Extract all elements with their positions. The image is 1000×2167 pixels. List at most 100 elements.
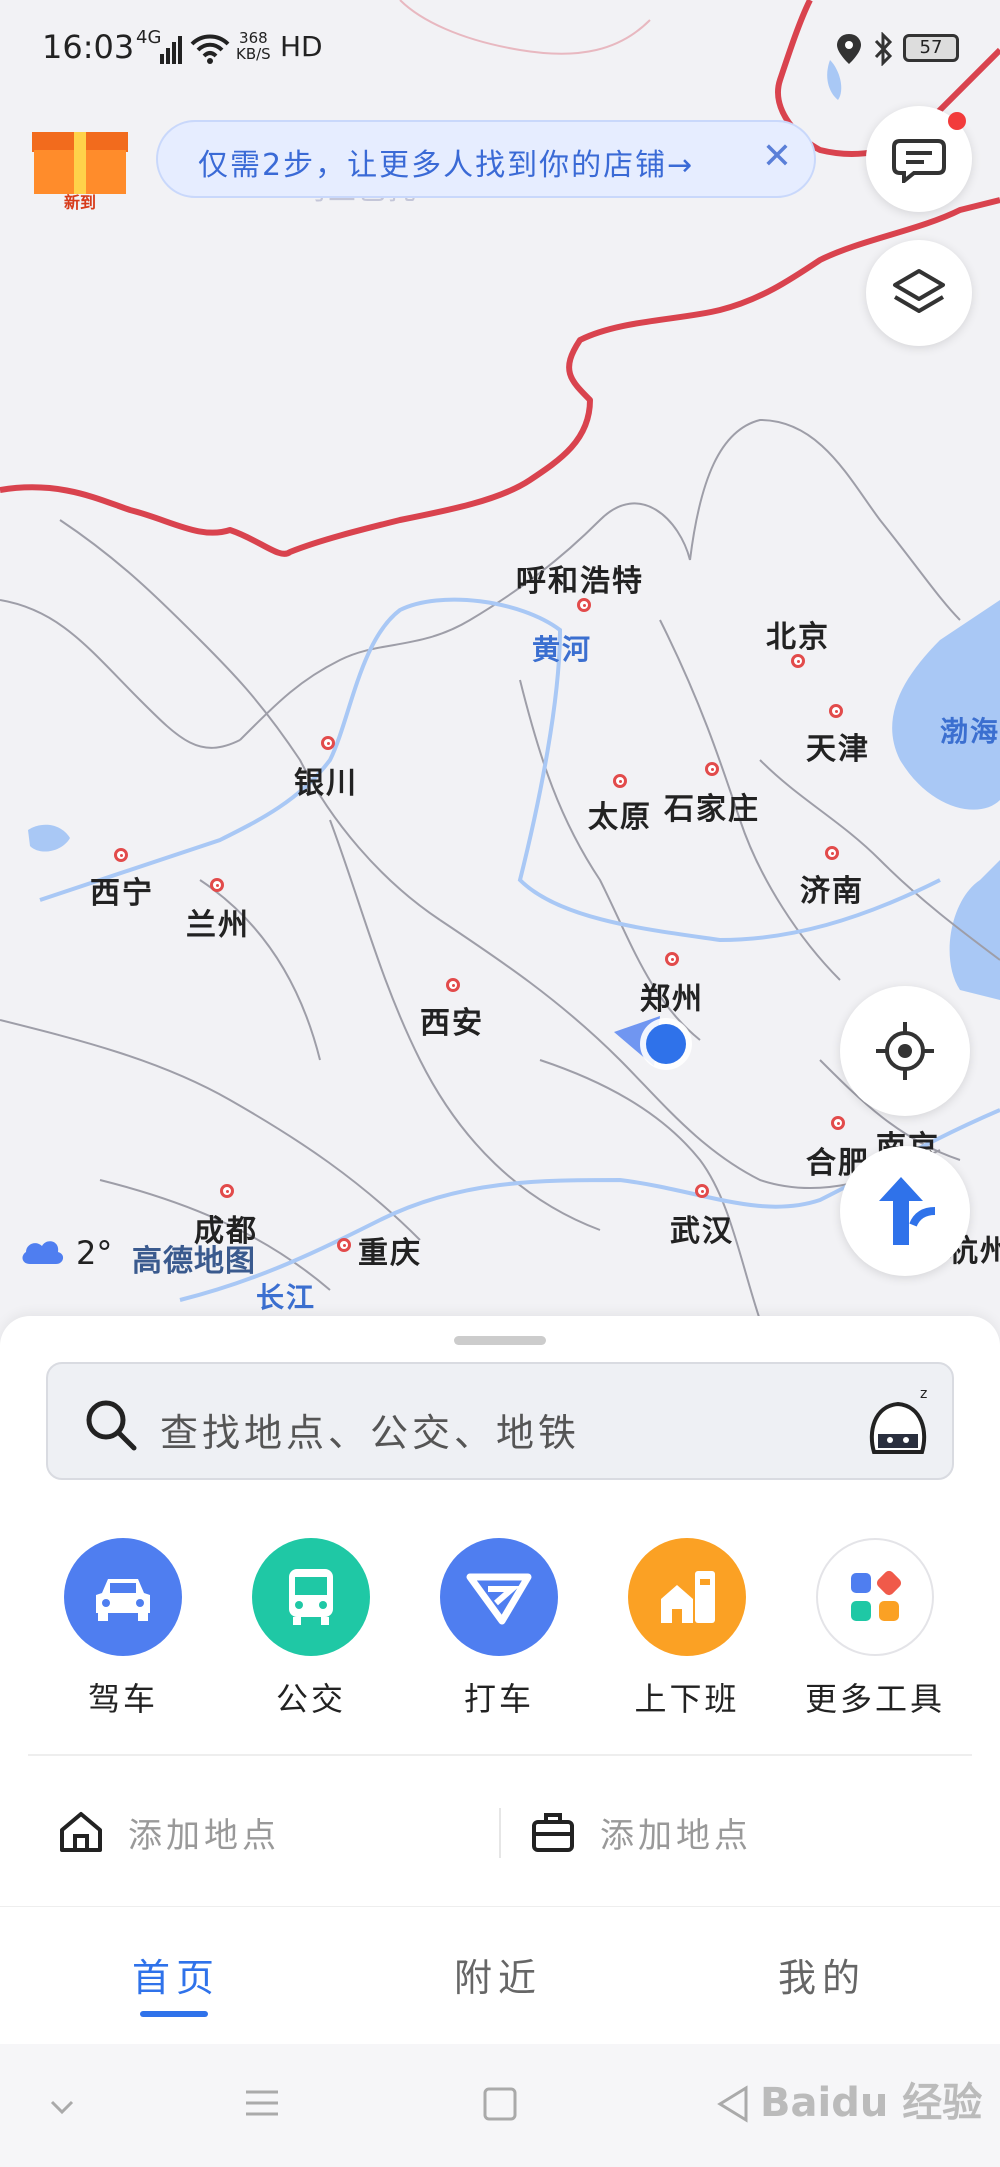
- tool-more[interactable]: 更多工具: [790, 1538, 960, 1720]
- battery-indicator: 57: [903, 34, 959, 62]
- city-label[interactable]: 天津: [806, 724, 870, 768]
- navigate-button[interactable]: [840, 1146, 970, 1276]
- river-label: 黄河: [532, 633, 593, 666]
- city-marker: [446, 978, 460, 992]
- city-label[interactable]: 太原: [588, 792, 652, 836]
- city-marker: [337, 1238, 351, 1252]
- city-marker: [114, 848, 128, 862]
- divider: [28, 1754, 972, 1756]
- layers-icon: [893, 269, 945, 313]
- locate-button[interactable]: [840, 986, 970, 1116]
- city-label[interactable]: 济南: [800, 866, 864, 910]
- taxi-icon: [440, 1538, 558, 1656]
- notification-badge: [948, 112, 966, 130]
- city-label[interactable]: 兰州: [186, 900, 250, 944]
- bus-icon: [252, 1538, 370, 1656]
- home-icon: [60, 1812, 102, 1852]
- tab-nearby[interactable]: 附近: [454, 1947, 542, 2002]
- promo-gift-box[interactable]: 新到: [28, 128, 132, 212]
- tab-home[interactable]: 首页: [132, 1947, 220, 2002]
- network-speed: 368 KB/S: [236, 30, 271, 62]
- back-triangle-icon[interactable]: [716, 2084, 750, 2124]
- route-arrow-icon: [879, 1177, 936, 1245]
- search-placeholder: 查找地点、公交、地铁: [160, 1411, 581, 1455]
- message-icon: [892, 139, 946, 183]
- layers-button[interactable]: [866, 240, 972, 346]
- speed-unit: KB/S: [236, 45, 271, 63]
- signal-icon: [160, 36, 182, 64]
- active-tab-indicator: [140, 2011, 208, 2017]
- city-marker: [577, 598, 591, 612]
- tool-drive[interactable]: 驾车: [38, 1538, 208, 1720]
- brand-logo: 高德地图: [132, 1244, 256, 1279]
- tool-taxi[interactable]: 打车: [414, 1538, 584, 1720]
- car-icon: [64, 1538, 182, 1656]
- river-label: 长江: [256, 1281, 317, 1314]
- city-label[interactable]: 西宁: [90, 868, 154, 912]
- weather-widget[interactable]: 2°: [18, 1234, 112, 1276]
- watermark: Baidu 经验: [760, 2080, 983, 2126]
- more-tools-icon: [816, 1538, 934, 1656]
- city-marker: [695, 1184, 709, 1198]
- chevron-down-icon[interactable]: [48, 2098, 76, 2118]
- city-marker: [210, 878, 224, 892]
- promo-banner[interactable]: 仅需2步，让更多人找到你的店铺→ ✕: [156, 120, 816, 198]
- commute-icon: [628, 1538, 746, 1656]
- city-marker: [220, 1184, 234, 1198]
- city-marker: [705, 762, 719, 776]
- home-square-icon[interactable]: [482, 2086, 518, 2122]
- city-label[interactable]: 石家庄: [664, 784, 760, 828]
- work-shortcut[interactable]: 添加地点: [530, 1802, 950, 1862]
- city-marker: [831, 1116, 845, 1130]
- gift-box-text: 新到: [64, 193, 96, 212]
- city-marker: [829, 704, 843, 718]
- search-input[interactable]: 查找地点、公交、地铁 z: [46, 1362, 954, 1480]
- bluetooth-icon: [874, 32, 893, 66]
- tool-label: 上下班: [634, 1680, 740, 1718]
- city-label[interactable]: 银川: [294, 758, 358, 802]
- crosshair-icon: [876, 1022, 934, 1080]
- city-label[interactable]: 西安: [420, 998, 484, 1042]
- message-button[interactable]: [866, 106, 972, 212]
- city-marker: [665, 952, 679, 966]
- system-nav-bar: Baidu 经验: [0, 2044, 1000, 2167]
- current-location-icon: [614, 1016, 692, 1070]
- hd-indicator: HD: [280, 30, 323, 63]
- city-label[interactable]: 北京: [766, 612, 830, 656]
- network-type: 4G: [136, 27, 162, 48]
- tab-mine[interactable]: 我的: [778, 1947, 866, 2002]
- home-label: 添加地点: [128, 1816, 280, 1856]
- city-marker: [613, 774, 627, 788]
- sea-label: 渤海: [940, 715, 1000, 748]
- tool-label: 驾车: [87, 1680, 158, 1718]
- svg-text:z: z: [920, 1386, 927, 1402]
- divider: [499, 1808, 501, 1858]
- location-pin-icon: [837, 34, 861, 64]
- city-marker: [825, 846, 839, 860]
- search-icon: [86, 1400, 137, 1451]
- bottom-sheet: 查找地点、公交、地铁 z 驾车 公交 打车 上下班 更多工具 添加地点 添加地点: [0, 1316, 1000, 1906]
- wifi-icon: [190, 34, 230, 64]
- promo-text: 仅需2步，让更多人找到你的店铺→: [198, 148, 695, 183]
- weather-temp: 2°: [76, 1234, 113, 1272]
- city-label[interactable]: 呼和浩特: [516, 556, 644, 600]
- tool-label: 打车: [463, 1680, 534, 1718]
- status-time: 16:03: [42, 28, 135, 66]
- home-shortcut[interactable]: 添加地点: [58, 1802, 478, 1862]
- city-label[interactable]: 武汉: [670, 1206, 734, 1250]
- tool-commute[interactable]: 上下班: [602, 1538, 772, 1720]
- close-icon[interactable]: ✕: [762, 136, 792, 177]
- assistant-bot-icon[interactable]: z: [864, 1382, 934, 1462]
- bottom-tab-bar: 首页 附近 我的: [0, 1906, 1000, 2045]
- tool-label: 公交: [275, 1680, 346, 1718]
- tool-bus[interactable]: 公交: [226, 1538, 396, 1720]
- menu-icon[interactable]: [244, 2086, 280, 2120]
- work-label: 添加地点: [600, 1816, 752, 1856]
- city-marker: [791, 654, 805, 668]
- city-label[interactable]: 重庆: [358, 1228, 422, 1272]
- drag-handle[interactable]: [454, 1336, 546, 1345]
- quick-tools: 驾车 公交 打车 上下班 更多工具: [0, 1538, 1000, 1728]
- map-view[interactable]: 乌兰巴托 呼和浩特 北京 天津 银川 太原 石家庄 西宁 兰州 济南 西安 郑州…: [0, 0, 1000, 1340]
- gift-box-icon: 新到: [32, 132, 128, 212]
- tool-label: 更多工具: [804, 1680, 945, 1718]
